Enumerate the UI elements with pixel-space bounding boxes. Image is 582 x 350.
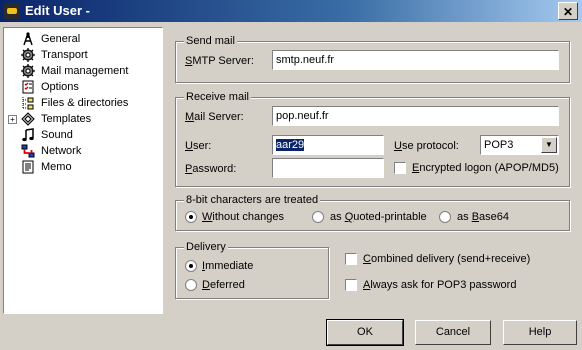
eightbit-title: 8-bit characters are treated (184, 193, 321, 207)
tree-label: Options (41, 81, 79, 93)
mail-server-input[interactable]: pop.neuf.fr (272, 106, 559, 126)
delivery-title: Delivery (184, 240, 228, 254)
ok-button[interactable]: OK (326, 319, 404, 346)
chevron-down-icon[interactable]: ▼ (541, 137, 557, 153)
tree-label: Sound (41, 129, 73, 141)
tree-label: Memo (41, 161, 72, 173)
protocol-select[interactable]: POP3 ▼ (480, 135, 559, 155)
tree-item-templates[interactable]: + Templates (4, 111, 162, 127)
cancel-button[interactable]: Cancel (415, 320, 491, 345)
app-icon (4, 3, 20, 19)
gear-icon (21, 48, 35, 62)
folder-tree-icon (22, 97, 34, 110)
close-button[interactable]: ✕ (558, 2, 578, 20)
without-changes-label: Without changes (202, 211, 284, 223)
always-ask-password-checkbox[interactable] (345, 279, 357, 291)
expand-icon[interactable]: + (8, 115, 17, 124)
gear-icon (21, 64, 35, 78)
receive-mail-title: Receive mail (184, 90, 251, 104)
password-input[interactable] (272, 158, 384, 178)
memo-icon (22, 160, 34, 174)
base64-radio[interactable] (439, 211, 451, 223)
tree-label: Files & directories (41, 97, 129, 109)
tree-label: Templates (41, 113, 92, 125)
tree-item-memo[interactable]: Memo (4, 159, 162, 175)
tree-label: General (41, 33, 81, 45)
eightbit-group: 8-bit characters are treated Without cha… (175, 193, 570, 231)
user-input[interactable]: aar29 (272, 135, 384, 155)
encrypted-logon-checkbox[interactable] (394, 162, 406, 174)
immediate-radio[interactable] (185, 260, 197, 272)
protocol-label: Use protocol: (394, 140, 459, 152)
send-mail-title: Send mail (184, 34, 237, 48)
receive-mail-group: Receive mail Mail Server: pop.neuf.fr Us… (175, 90, 570, 187)
tree-label: Transport (41, 49, 88, 61)
always-ask-password-label: Always ask for POP3 password (363, 279, 517, 291)
base64-label: as Base64 (457, 211, 510, 223)
checklist-icon (22, 80, 34, 94)
quoted-printable-label: as Quoted-printable (330, 211, 427, 223)
combined-delivery-checkbox[interactable] (345, 253, 357, 265)
quoted-printable-radio[interactable] (312, 211, 324, 223)
tree-item-files-directories[interactable]: Files & directories (4, 95, 162, 111)
tree-label: Network (41, 145, 82, 157)
title-bar: Edit User - ✕ (0, 0, 582, 22)
tree-item-mail-management[interactable]: Mail management (4, 63, 162, 79)
mail-server-label: Mail Server: (185, 111, 244, 123)
password-label: Password: (185, 163, 237, 175)
diamond-icon (21, 112, 35, 126)
immediate-label: Immediate (202, 260, 254, 272)
help-button[interactable]: Help (503, 320, 577, 345)
deferred-radio[interactable] (185, 279, 197, 291)
smtp-server-input[interactable]: smtp.neuf.fr (272, 50, 559, 70)
tree-item-sound[interactable]: Sound (4, 127, 162, 143)
network-icon (21, 144, 35, 158)
encrypted-logon-label: Encrypted logon (APOP/MD5) (412, 162, 559, 174)
send-mail-group: Send mail SMTP Server: smtp.neuf.fr (175, 34, 570, 83)
music-note-icon (22, 128, 34, 142)
smtp-server-label: SMTP Server: (185, 55, 254, 67)
tree-item-transport[interactable]: Transport (4, 47, 162, 63)
deferred-label: Deferred (202, 279, 245, 291)
combined-delivery-label: Combined delivery (send+receive) (363, 253, 531, 265)
tree-item-options[interactable]: Options (4, 79, 162, 95)
without-changes-radio[interactable] (185, 211, 197, 223)
window-title: Edit User - (25, 3, 91, 18)
tree-item-network[interactable]: Network (4, 143, 162, 159)
delivery-group: Delivery Immediate Deferred (175, 240, 329, 299)
settings-tree[interactable]: General Transport Mail management Option… (3, 27, 163, 314)
user-label: User: (185, 140, 212, 152)
antenna-icon (23, 32, 33, 46)
tree-label: Mail management (41, 65, 129, 77)
tree-item-general[interactable]: General (4, 31, 162, 47)
